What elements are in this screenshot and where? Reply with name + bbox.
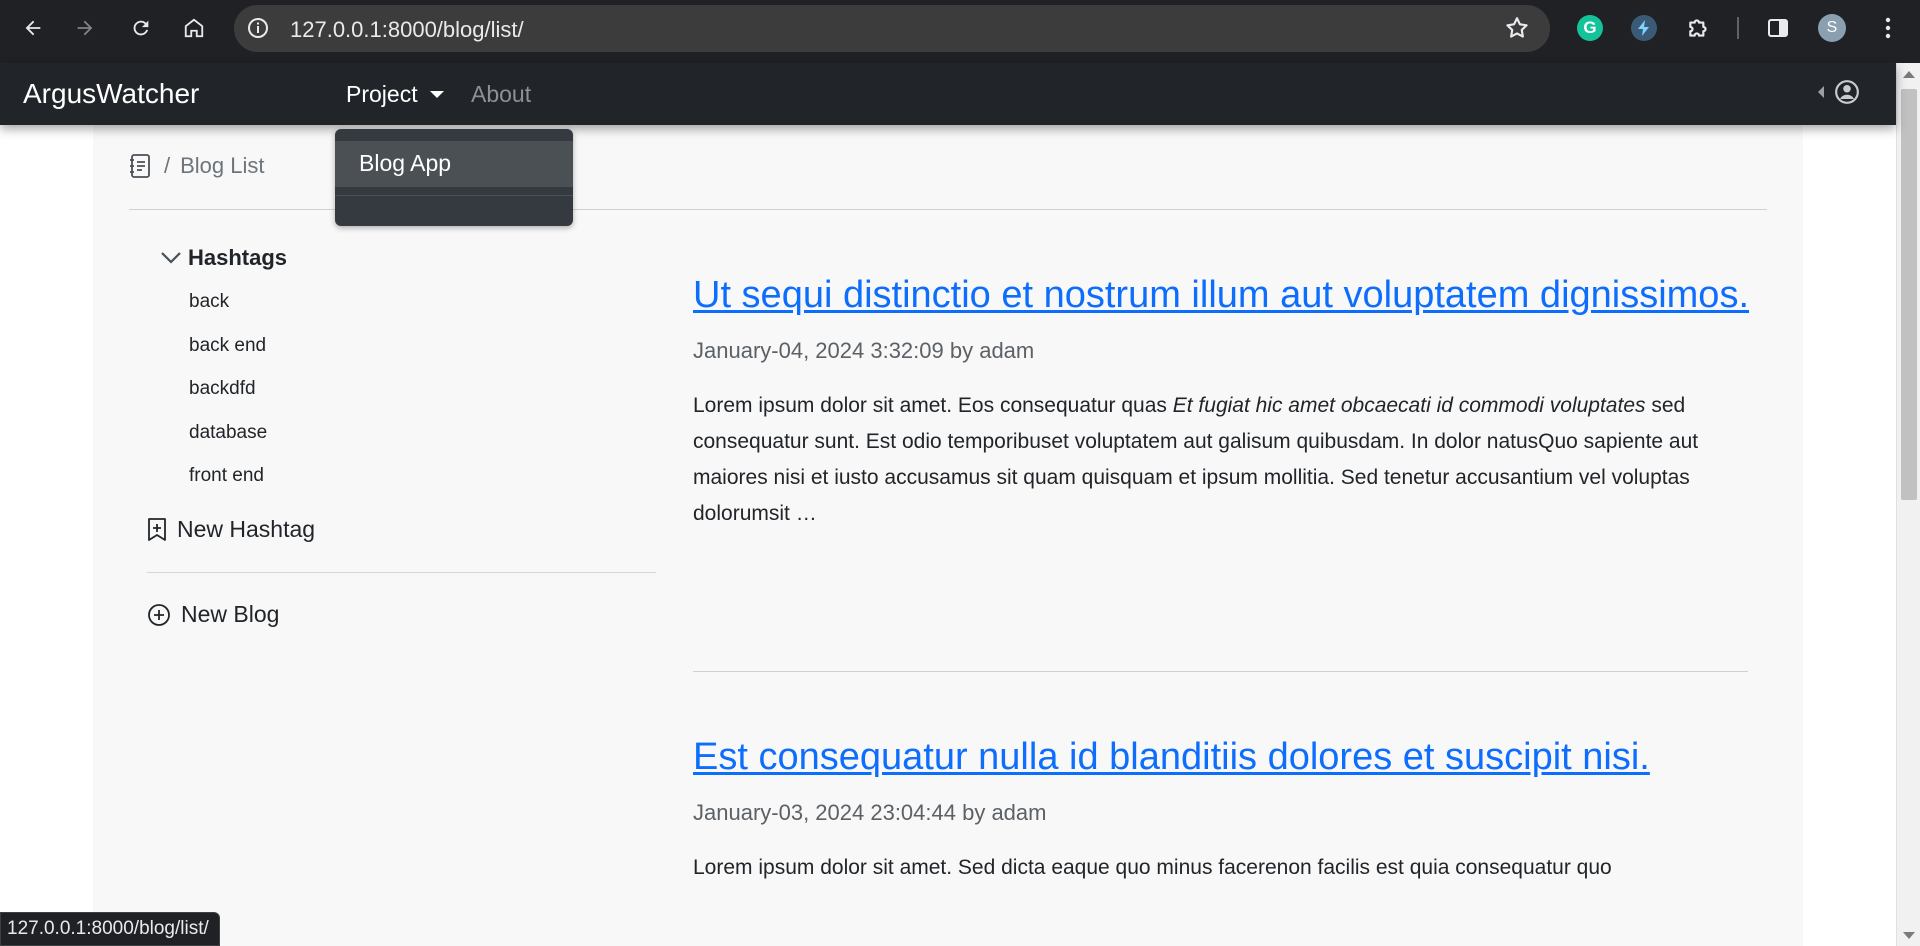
dropdown-item-label: Blog App (359, 150, 452, 176)
grammarly-extension[interactable]: G (1574, 12, 1606, 44)
new-blog-label: New Blog (181, 601, 280, 627)
post-excerpt-text: Lorem ipsum dolor sit amet. Sed dicta ea… (693, 856, 1612, 879)
post-title-link[interactable]: Ut sequi distinctio et nostrum illum aut… (693, 270, 1753, 320)
bolt-icon (1631, 15, 1657, 41)
hashtag-item[interactable]: backdfd (189, 378, 267, 422)
hashtag-item[interactable]: back end (189, 335, 267, 379)
scrollbar-thumb[interactable] (1901, 89, 1917, 500)
grammarly-icon: G (1577, 15, 1603, 41)
nav-project-label: Project (346, 81, 418, 107)
plus-circle-icon (148, 603, 170, 626)
app-navbar: ArgusWatcher Project About (0, 63, 1896, 125)
post-excerpt-italic: Et fugiat hic amet obcaecati id commodi … (1172, 394, 1646, 417)
post-meta: January-04, 2024 3:32:09 by adam (693, 338, 1035, 363)
new-hashtag-button[interactable]: New Hashtag (147, 516, 315, 543)
toolbar-divider (1737, 17, 1739, 39)
sidebar-divider (147, 572, 656, 573)
chevron-down-icon (161, 252, 181, 264)
new-hashtag-label: New Hashtag (177, 516, 316, 542)
new-blog-button[interactable]: New Blog (147, 601, 279, 628)
project-dropdown-menu: Blog App (335, 129, 573, 226)
arrow-right-icon (77, 20, 93, 36)
browser-menu-button[interactable] (1872, 12, 1904, 44)
blog-post: Ut sequi distinctio et nostrum illum aut… (693, 270, 1753, 532)
user-menu-toggle[interactable] (1818, 79, 1860, 105)
extensions-button[interactable] (1683, 12, 1715, 44)
dropdown-divider (335, 195, 573, 196)
link-status-bar: 127.0.0.1:8000/blog/list/ (0, 912, 220, 946)
side-panel-icon (1768, 19, 1788, 37)
user-circle-icon (1835, 80, 1859, 104)
hashtag-item[interactable]: front end (189, 465, 267, 509)
post-divider (693, 671, 1748, 672)
post-excerpt: Lorem ipsum dolor sit amet. Eos consequa… (693, 388, 1753, 532)
caret-down-icon (429, 91, 444, 98)
journal-text-icon[interactable] (128, 153, 152, 179)
breadcrumb: / Blog List (128, 153, 265, 179)
puzzle-icon (1689, 19, 1707, 37)
browser-toolbar: 127.0.0.1:8000/blog/list/ G S (0, 0, 1920, 63)
breadcrumb-separator: / (164, 153, 171, 178)
bookmark-star-icon[interactable] (1504, 15, 1530, 41)
reload-button[interactable] (122, 9, 160, 47)
site-info-icon[interactable] (246, 16, 270, 40)
scroll-down-arrow-icon[interactable] (1903, 932, 1915, 939)
hashtags-heading: Hashtags (188, 245, 288, 270)
side-panel-button[interactable] (1762, 12, 1794, 44)
back-button[interactable] (14, 9, 52, 47)
hashtag-item[interactable]: back (189, 291, 267, 335)
nav-project-dropdown[interactable]: Project (346, 81, 444, 108)
bolt-extension[interactable] (1628, 12, 1660, 44)
bookmark-plus-icon (148, 517, 166, 541)
hashtag-item[interactable]: database (189, 422, 267, 466)
home-button[interactable] (175, 9, 213, 47)
nav-about-link[interactable]: About (471, 81, 531, 108)
hashtag-list: back back end backdfd database front end (189, 291, 267, 509)
arrow-left-icon (25, 20, 41, 36)
brand-logo[interactable]: ArgusWatcher (23, 78, 199, 110)
blog-post: Est consequatur nulla id blanditiis dolo… (693, 732, 1753, 886)
post-excerpt-text: Lorem ipsum dolor sit amet. Eos consequa… (693, 394, 1173, 417)
profile-avatar: S (1818, 14, 1846, 42)
profile-button[interactable]: S (1816, 12, 1848, 44)
post-title-link[interactable]: Est consequatur nulla id blanditiis dolo… (693, 732, 1753, 782)
post-meta: January-03, 2024 23:04:44 by adam (693, 800, 1047, 825)
home-icon (184, 18, 204, 38)
address-bar[interactable]: 127.0.0.1:8000/blog/list/ (234, 5, 1550, 52)
url-text[interactable]: 127.0.0.1:8000/blog/list/ (290, 17, 524, 43)
caret-left-icon (1818, 86, 1824, 98)
main-container: / Blog List Hashtags back back end backd… (93, 125, 1803, 946)
breadcrumb-current: Blog List (180, 153, 265, 178)
reload-icon (133, 20, 149, 36)
dropdown-item-blog-app[interactable]: Blog App (335, 141, 573, 187)
hashtags-toggle[interactable]: Hashtags (160, 245, 287, 271)
post-excerpt: Lorem ipsum dolor sit amet. Sed dicta ea… (693, 850, 1753, 886)
page-scrollbar[interactable] (1896, 63, 1920, 946)
kebab-menu-icon (1885, 17, 1891, 39)
forward-button[interactable] (66, 9, 104, 47)
scroll-up-arrow-icon[interactable] (1903, 71, 1915, 78)
